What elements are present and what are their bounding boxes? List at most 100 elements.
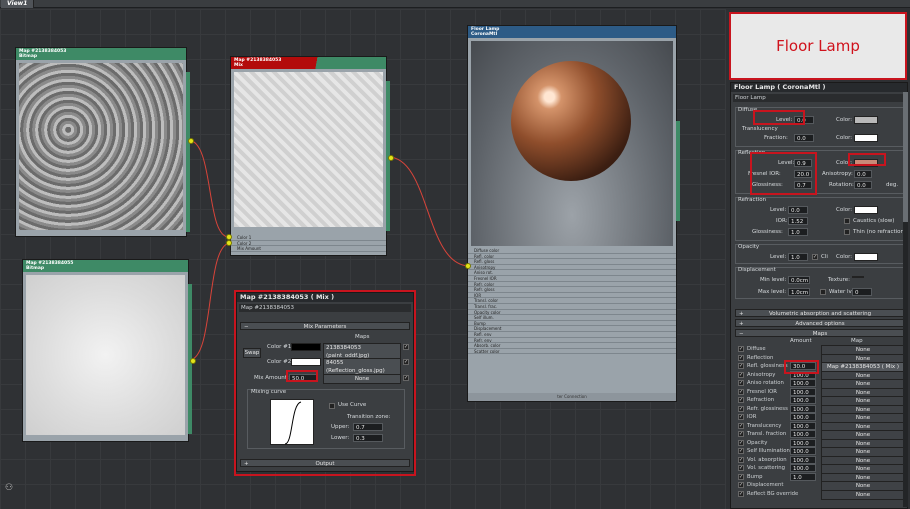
clip-checkbox[interactable]: ✓ [812, 254, 818, 260]
highlight-refl-gloss-amount [784, 360, 819, 374]
map-amount-spinner[interactable]: 100.0 [790, 464, 816, 472]
transl-color-label: Color: [836, 135, 853, 141]
map-enable-checkbox[interactable]: ✓ [738, 448, 744, 454]
opacity-group: Opacity Level: 1.0 ✓ Cli Color: [735, 244, 905, 264]
refr-gloss-spinner[interactable]: 1.0 [788, 228, 808, 236]
output-connector[interactable] [388, 155, 394, 161]
coronamtl-editor-panel: Floor Lamp ( CoronaMtl ) Floor Lamp Diff… [730, 82, 908, 509]
map-amount-spinner[interactable]: 100.0 [790, 387, 816, 396]
map-row: ✓ Refr. glossiness 100.0 None [735, 404, 905, 415]
map-row: ✓ Aniso rotation 100.0 None [735, 379, 905, 389]
material-name-field[interactable]: Floor Lamp [733, 94, 905, 102]
map-slot-name: Diffuse [747, 346, 766, 352]
node-type: Bitmap [19, 54, 38, 59]
max-level-spinner[interactable]: 1.0cm [788, 288, 810, 296]
map-enable-checkbox[interactable]: ✓ [738, 456, 744, 463]
map-enable-checkbox[interactable]: ✓ [738, 397, 744, 403]
rollout-maps[interactable]: − Maps [735, 329, 905, 337]
map-amount-spinner[interactable]: 1.0 [790, 472, 816, 481]
thin-label: Thin (no refraction) [853, 229, 907, 235]
scrollbar-thumb[interactable] [903, 92, 908, 222]
map-enable-checkbox[interactable]: ✓ [738, 473, 744, 480]
rollout-volumetric[interactable]: + Volumetric absorption and scattering [735, 309, 905, 317]
map-enable-checkbox[interactable]: ✓ [738, 371, 744, 378]
opacity-color-swatch[interactable] [854, 253, 878, 261]
map-amount-spinner[interactable]: 100.0 [790, 438, 816, 447]
clip-label: Cli [821, 254, 828, 260]
node-type: Mix [234, 63, 243, 68]
output-socket[interactable] [676, 121, 680, 221]
map-enable-checkbox[interactable]: ✓ [738, 346, 744, 352]
map-row: ✓ Translucency 100.0 None [735, 421, 905, 432]
refr-color-label: Color: [836, 207, 853, 213]
input-slot[interactable]: Mix Amount [231, 246, 386, 252]
refr-level-spinner[interactable]: 0.0 [788, 206, 808, 214]
diffuse-color-swatch[interactable] [854, 116, 878, 124]
map-enable-checkbox[interactable]: ✓ [738, 414, 744, 420]
map-enable-checkbox[interactable]: ✓ [738, 439, 744, 446]
min-level-spinner[interactable]: 0.0cm [788, 276, 810, 284]
max-level-label: Max level: [758, 289, 787, 295]
map-amount-spinner[interactable]: 100.0 [790, 430, 816, 438]
refr-color-swatch[interactable] [854, 206, 878, 214]
map-enable-checkbox[interactable]: ✓ [738, 363, 744, 369]
mix-node[interactable]: Map #2138384053 Mix Color 1 Color 2 Mix Am… [230, 56, 394, 256]
texture-preview [26, 275, 185, 435]
map-slot-name: Vol. absorption [747, 456, 787, 463]
map-enable-checkbox[interactable]: ✓ [738, 431, 744, 437]
map-amount-spinner[interactable]: 100.0 [790, 379, 816, 387]
highlight-reflection-values [750, 152, 817, 195]
fraction-spinner[interactable]: 0.0 [794, 134, 814, 142]
map-row: ✓ Opacity 100.0 None [735, 438, 905, 449]
map-enable-checkbox[interactable]: ✓ [738, 405, 744, 412]
output-connector[interactable] [188, 138, 194, 144]
map-enable-checkbox[interactable]: ✓ [738, 465, 744, 471]
map-row: ✓ Diffuse None [735, 345, 905, 355]
map-amount-spinner[interactable]: 100.0 [790, 447, 816, 455]
anisotropy-spinner[interactable]: 0.0 [854, 170, 872, 178]
map-slot-name: Bump [747, 473, 763, 480]
map-row: ✓ Bump 1.0 None [735, 472, 905, 483]
map-amount-spinner[interactable]: 100.0 [790, 413, 816, 421]
map-enable-checkbox[interactable]: ✓ [738, 490, 744, 497]
output-socket[interactable] [186, 72, 190, 232]
maps-table: ✓ Diffuse None ✓ Reflection None ✓ Refl. glossi… [735, 345, 905, 508]
transl-color-swatch[interactable] [854, 134, 878, 142]
map-enable-checkbox[interactable]: ✓ [738, 354, 744, 361]
thin-checkbox[interactable] [844, 229, 850, 235]
caustics-checkbox[interactable] [844, 218, 850, 224]
node-header: Floor Lamp CoronaMtl [468, 26, 676, 38]
binoculars-icon[interactable]: ⚇ [5, 483, 13, 493]
rotation-label: Rotation: [829, 182, 854, 188]
texture-button[interactable] [852, 276, 864, 278]
bitmap-node-2[interactable]: Map #2138384055 Bitmap [22, 259, 196, 442]
water-level-checkbox[interactable] [820, 289, 826, 295]
anisotropy-label: Anisotropy: [822, 171, 853, 177]
map-row: ✓ IOR 100.0 None [735, 413, 905, 423]
refr-ior-spinner[interactable]: 1.52 [788, 217, 808, 225]
input-slot[interactable]: Scatter color [468, 349, 676, 355]
refl-gloss-input-connector[interactable] [465, 263, 471, 269]
map-amount-spinner[interactable]: 100.0 [790, 396, 816, 404]
map-enable-checkbox[interactable]: ✓ [738, 388, 744, 395]
water-level-spinner[interactable]: 0 [852, 288, 872, 296]
map-amount-spinner[interactable]: 100.0 [790, 404, 816, 413]
map-slot-button[interactable]: None [821, 489, 905, 500]
color2-input-connector[interactable] [226, 240, 232, 246]
editor-scrollbar[interactable] [903, 92, 908, 507]
texture-preview [234, 72, 383, 227]
map-enable-checkbox[interactable]: ✓ [738, 380, 744, 386]
bitmap-node-1[interactable]: Map #2138384053 Bitmap [15, 47, 194, 237]
refraction-group: Refraction Level: 0.0 Color: IOR: 1.52 C… [735, 197, 907, 241]
rollout-advanced[interactable]: + Advanced options [735, 319, 905, 327]
output-connector[interactable] [190, 358, 196, 364]
opacity-level-spinner[interactable]: 1.0 [788, 253, 808, 261]
rotation-spinner[interactable]: 0.0 [854, 181, 872, 189]
map-enable-checkbox[interactable]: ✓ [738, 482, 744, 488]
map-amount-spinner[interactable]: 100.0 [790, 421, 816, 430]
map-enable-checkbox[interactable]: ✓ [738, 422, 744, 429]
material-node[interactable]: Floor Lamp CoronaMtl Diffuse color Refl. … [467, 25, 680, 402]
map-amount-spinner[interactable]: 100.0 [790, 455, 816, 464]
map-slot-name: Anisotropy [747, 371, 776, 378]
map-row: ✓ Transl. fraction 100.0 None [735, 430, 905, 440]
